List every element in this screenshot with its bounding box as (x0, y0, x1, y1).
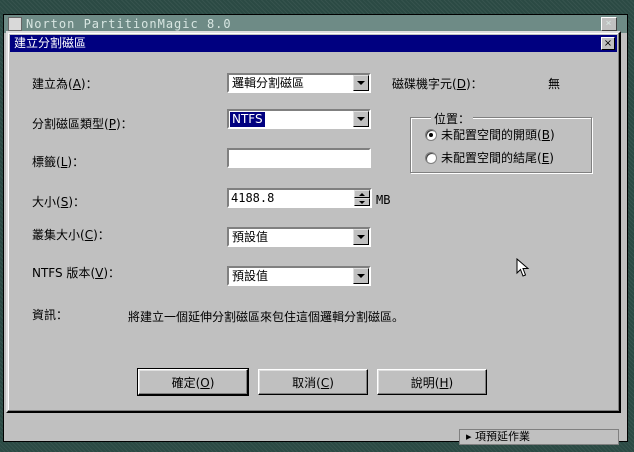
dialog-close-icon[interactable]: × (601, 37, 615, 50)
partition-type-label: 分割磁區類型(P)： (32, 117, 133, 131)
chevron-down-icon (357, 81, 365, 85)
mouse-cursor-icon (516, 258, 530, 277)
volume-label-label: 標籤(L)： (32, 155, 85, 169)
create-as-select[interactable]: 邏輯分割磁區 (227, 73, 371, 93)
size-input[interactable]: 4188.8 (227, 188, 372, 208)
cluster-size-value: 預設值 (232, 230, 269, 244)
create-as-label: 建立為(A)： (32, 77, 98, 91)
cluster-size-select[interactable]: 預設值 (227, 227, 371, 247)
info-text: 將建立一個延伸分割磁區來包住這個邏輯分割磁區。 (128, 310, 405, 324)
cluster-size-dropdown-button[interactable] (353, 229, 369, 245)
volume-label-input[interactable] (227, 148, 371, 168)
partition-type-dropdown-button[interactable] (353, 111, 369, 127)
partition-type-select[interactable]: NTFS (227, 109, 371, 129)
drive-letter-value[interactable]: 無 (548, 75, 560, 92)
spin-down-icon (359, 200, 365, 204)
ntfs-version-label: NTFS 版本(V)： (32, 266, 121, 280)
background-window-title: Norton PartitionMagic 8.0 (26, 17, 232, 31)
ntfs-version-dropdown-button[interactable] (353, 268, 369, 284)
chevron-down-icon (357, 117, 365, 121)
partition-type-value: NTFS (230, 112, 265, 127)
spin-up-button[interactable] (354, 190, 370, 198)
cluster-size-label: 叢集大小(C)： (32, 228, 110, 242)
cancel-button[interactable]: 取消(C) (258, 369, 368, 395)
background-close-icon[interactable]: × (601, 17, 617, 31)
position-end-radio[interactable]: 未配置空間的結尾(E) (425, 149, 554, 166)
create-as-value: 邏輯分割磁區 (232, 76, 305, 90)
ntfs-version-value: 預設值 (232, 269, 269, 283)
spin-up-icon (359, 192, 365, 196)
size-spinner[interactable] (354, 190, 370, 206)
chevron-down-icon (357, 274, 365, 278)
dialog-title: 建立分割磁區 (14, 36, 87, 50)
create-partition-dialog: 建立分割磁區 × 建立為(A)： 邏輯分割磁區 磁碟機字元(D)： 無 分割磁區… (6, 31, 621, 413)
info-label: 資訊： (32, 308, 69, 322)
radio-unselected-icon[interactable] (425, 151, 437, 164)
help-button[interactable]: 說明(H) (377, 369, 487, 395)
position-groupbox: 位置： 未配置空間的開頭(B) 未配置空間的結尾(E) (410, 110, 592, 173)
dialog-titlebar: 建立分割磁區 × (10, 35, 617, 52)
ntfs-version-select[interactable]: 預設值 (227, 266, 371, 286)
size-unit: MB (376, 193, 391, 207)
app-icon (8, 17, 22, 31)
chevron-down-icon (357, 235, 365, 239)
position-group-title: 位置： (431, 110, 474, 127)
create-as-dropdown-button[interactable] (353, 75, 369, 91)
size-label: 大小(S)： (32, 195, 86, 209)
size-value: 4188.8 (231, 191, 275, 205)
drive-letter-label: 磁碟機字元(D)： (392, 77, 483, 91)
position-start-radio[interactable]: 未配置空間的開頭(B) (425, 126, 555, 143)
spin-down-button[interactable] (354, 198, 370, 206)
radio-selected-icon[interactable] (425, 128, 437, 141)
ok-button[interactable]: 確定(O) (137, 368, 249, 396)
pending-operations-strip[interactable]: ▸ 項預延作業 (459, 429, 619, 445)
